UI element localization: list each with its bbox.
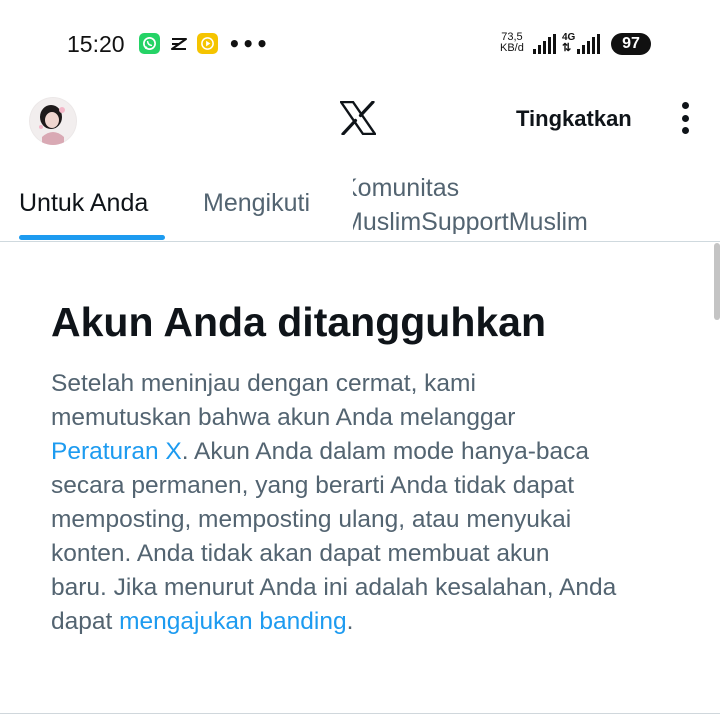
net-speed-unit: KB/d <box>500 42 524 54</box>
yellow-app-icon <box>197 33 218 54</box>
message-line: memutuskan bahwa akun Anda melanggar <box>51 404 516 431</box>
capcut-icon <box>168 33 189 54</box>
data-arrows-icon: ⇅ <box>562 42 572 54</box>
message-line: memposting, memposting ulang, atau menyu… <box>51 506 572 533</box>
message-line: baru. Jika menurut Anda ini adalah kesal… <box>51 574 617 601</box>
net-speed: 73,5 KB/d <box>500 32 524 54</box>
divider <box>0 713 720 714</box>
x-logo[interactable] <box>340 101 376 135</box>
message-text: . <box>346 608 354 635</box>
status-time: 15:20 <box>67 31 125 57</box>
cell-signal-icon <box>577 34 600 54</box>
kebab-menu-icon[interactable] <box>678 102 692 134</box>
appeal-link[interactable]: mengajukan banding <box>119 608 347 635</box>
kebab-dot <box>681 127 689 134</box>
rules-link[interactable]: Peraturan X <box>51 438 182 465</box>
timeline-tabs: Untuk Anda Mengikuti Komunitas MuslimSup… <box>0 160 720 242</box>
tab-for-you[interactable]: Untuk Anda <box>19 189 148 218</box>
message-line: secara permanen, yang berarti Anda tidak… <box>51 472 575 499</box>
upgrade-button[interactable]: Tingkatkan <box>516 106 632 132</box>
message-line: konten. Anda tidak akan dapat membuat ak… <box>51 540 550 567</box>
battery-indicator: 97 <box>611 33 651 55</box>
page-title: Akun Anda ditangguhkan <box>51 299 547 345</box>
kebab-dot <box>681 102 689 109</box>
kebab-dot <box>681 114 689 122</box>
tab-following[interactable]: Mengikuti <box>203 189 310 218</box>
whatsapp-icon <box>139 33 160 54</box>
tab-community[interactable]: Komunitas MuslimSupportMuslim <box>353 174 633 234</box>
more-notifications-icon: ••• <box>228 31 270 56</box>
notification-icons: ••• <box>139 33 269 54</box>
message-text: . Akun Anda dalam mode hanya-baca <box>181 438 590 465</box>
status-bar: 15:20 ••• 73,5 KB/d 4G ⇅ 97 <box>0 0 720 90</box>
tab-community-line2: MuslimSupportMuslim <box>353 208 588 234</box>
profile-picture <box>29 97 77 145</box>
network-type: 4G ⇅ <box>562 33 575 54</box>
selected-tab-indicator <box>19 235 165 240</box>
suspension-message: Setelah meninjau dengan cermat, kami mem… <box>51 367 691 639</box>
tab-community-line1: Komunitas <box>353 174 460 202</box>
message-line: Setelah meninjau dengan cermat, kami <box>51 370 476 397</box>
scrollbar[interactable] <box>714 243 720 320</box>
message-line: dapat mengajukan banding. <box>51 605 691 639</box>
message-line: Peraturan X. Akun Anda dalam mode hanya-… <box>51 435 691 469</box>
wifi-signal-icon <box>533 34 556 54</box>
message-text: dapat <box>51 608 120 635</box>
avatar[interactable] <box>29 97 77 145</box>
